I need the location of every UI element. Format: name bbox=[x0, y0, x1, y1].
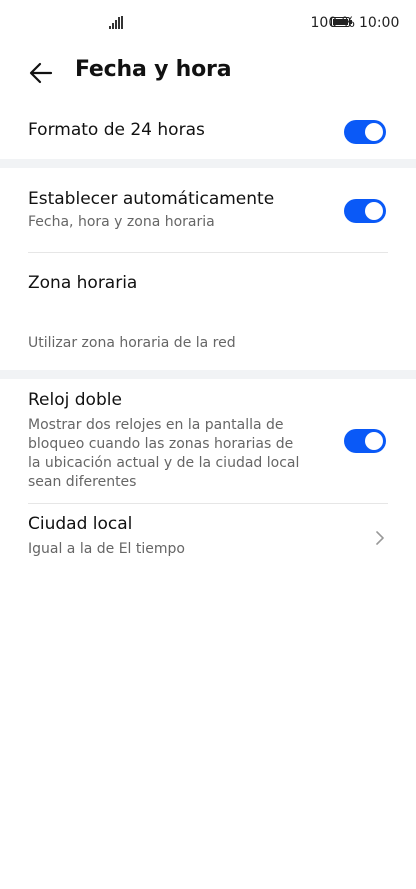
setting-label: Formato de 24 horas bbox=[28, 120, 205, 140]
section-separator bbox=[0, 159, 416, 168]
setting-time-zone[interactable]: Zona horaria bbox=[28, 273, 388, 293]
description-line: bloqueo cuando las zonas horarias de bbox=[28, 436, 294, 452]
setting-dual-clock[interactable]: Reloj doble Mostrar dos relojes en la pa… bbox=[28, 390, 388, 492]
setting-24-hour-format[interactable]: Formato de 24 horas bbox=[28, 120, 388, 140]
chevron-right-icon bbox=[376, 531, 384, 545]
page-title: Fecha y hora bbox=[75, 57, 232, 82]
setting-label: Zona horaria bbox=[28, 273, 138, 293]
toggle-dual-clock[interactable] bbox=[344, 429, 386, 453]
description-line: Mostrar dos relojes en la pantalla de bbox=[28, 417, 284, 433]
app-bar: Fecha y hora bbox=[0, 48, 416, 98]
setting-label: Establecer automáticamente bbox=[28, 189, 275, 209]
description-line: la ubicación actual y de la ciudad local bbox=[28, 455, 300, 471]
divider bbox=[28, 503, 388, 504]
setting-sublabel: Utilizar zona horaria de la red bbox=[28, 335, 236, 351]
setting-label: Ciudad local bbox=[28, 514, 133, 534]
toggle-set-automatically[interactable] bbox=[344, 199, 386, 223]
description-line: sean diferentes bbox=[28, 474, 137, 490]
setting-sublabel: Fecha, hora y zona horaria bbox=[28, 214, 215, 230]
signal-icon bbox=[109, 16, 123, 29]
back-arrow-icon[interactable] bbox=[26, 58, 56, 88]
dual-clock-description: Mostrar dos relojes en la pantalla de bl… bbox=[28, 416, 328, 492]
setting-set-automatically[interactable]: Establecer automáticamente Fecha, hora y… bbox=[28, 189, 388, 232]
battery-icon bbox=[331, 17, 352, 27]
setting-sublabel: Igual a la de El tiempo bbox=[28, 541, 185, 557]
status-time: 10:00 bbox=[359, 15, 400, 31]
toggle-24-hour-format[interactable] bbox=[344, 120, 386, 144]
time-zone-value: Utilizar zona horaria de la red bbox=[28, 334, 388, 353]
setting-label: Reloj doble bbox=[28, 390, 122, 410]
status-bar: 100 % 10:00 bbox=[0, 0, 416, 48]
section-separator bbox=[0, 370, 416, 379]
setting-home-city[interactable]: Ciudad local Igual a la de El tiempo bbox=[28, 514, 388, 559]
divider bbox=[28, 252, 388, 253]
